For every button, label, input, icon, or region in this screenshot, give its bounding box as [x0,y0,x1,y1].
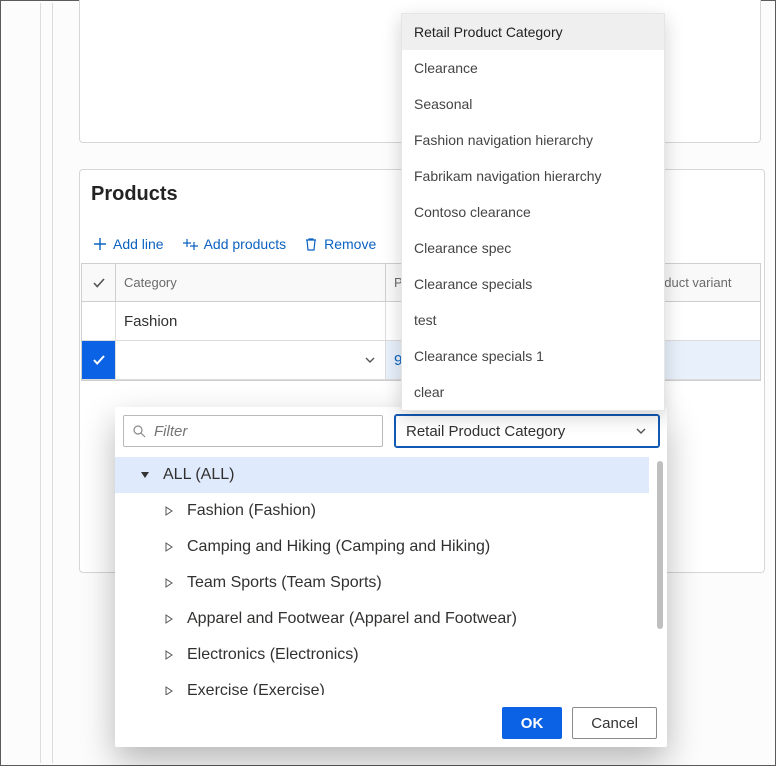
header-category[interactable]: Category [116,264,386,302]
header-select-all[interactable] [82,264,116,302]
tree-item-label: Fashion (Fashion) [187,502,316,520]
expand-icon[interactable] [163,614,175,624]
cell-category[interactable] [116,341,386,379]
expand-icon[interactable] [163,686,175,695]
flyout-item[interactable]: Clearance spec [402,230,664,266]
flyout-item[interactable]: Clearance [402,50,664,86]
filter-input[interactable] [152,422,374,441]
flyout-item[interactable]: Retail Product Category [402,14,664,50]
cell-category-value: Fashion [124,313,177,330]
tree-item-label: Exercise (Exercise) [187,682,325,695]
flyout-item[interactable]: Fabrikam navigation hierarchy [402,158,664,194]
checkmark-icon [91,352,107,368]
chevron-down-icon [634,424,648,438]
expand-icon[interactable] [163,578,175,588]
scrollbar-thumb[interactable] [657,461,663,629]
ok-button[interactable]: OK [502,707,563,739]
add-line-label: Add line [113,236,164,252]
tree-item[interactable]: Apparel and Footwear (Apparel and Footwe… [115,601,649,637]
flyout-item[interactable]: Clearance specials [402,266,664,302]
add-products-label: Add products [204,236,287,252]
add-line-button[interactable]: Add line [89,234,168,254]
tree-item-label: ALL (ALL) [163,466,234,484]
tree-item[interactable]: Camping and Hiking (Camping and Hiking) [115,529,649,565]
flyout-item[interactable]: Seasonal [402,86,664,122]
products-toolbar: Add line Add products Remove [89,229,380,259]
hierarchy-select-value: Retail Product Category [406,423,565,440]
flyout-item[interactable]: clear [402,374,664,410]
tree-item-label: Team Sports (Team Sports) [187,574,382,592]
cell-category[interactable]: Fashion [116,302,386,340]
plus-icon [93,237,107,251]
expand-icon[interactable] [163,506,175,516]
trash-icon [304,237,318,251]
filter-input-wrap[interactable] [123,415,383,447]
row-select[interactable] [82,302,116,340]
tree-item[interactable]: Electronics (Electronics) [115,637,649,673]
expand-icon[interactable] [163,542,175,552]
tree-item-label: Electronics (Electronics) [187,646,359,664]
checkmark-icon [92,276,106,290]
decorative-line [40,3,41,763]
flyout-item[interactable]: Clearance specials 1 [402,338,664,374]
popup-footer: OK Cancel [502,707,657,739]
plus-multi-icon [182,237,198,251]
category-flyout: Retail Product Category Clearance Season… [401,13,665,411]
category-picker-popup: Retail Product Category ALL (ALL) [115,407,667,747]
hierarchy-select[interactable]: Retail Product Category [395,415,659,447]
tree-item[interactable]: Exercise (Exercise) [115,673,649,695]
decorative-line [52,3,53,763]
remove-button[interactable]: Remove [300,234,380,254]
expand-icon[interactable] [163,650,175,660]
section-title: Products [91,183,178,206]
popup-header: Retail Product Category [115,407,667,455]
category-tree: ALL (ALL) Fashion (Fashion) Camping and … [115,457,667,695]
chevron-down-icon[interactable] [363,353,377,367]
add-products-button[interactable]: Add products [178,234,291,254]
row-select[interactable] [82,341,116,379]
collapse-icon[interactable] [139,470,151,480]
cancel-button[interactable]: Cancel [572,707,657,739]
flyout-item[interactable]: test [402,302,664,338]
flyout-item[interactable]: Fashion navigation hierarchy [402,122,664,158]
tree-item-root[interactable]: ALL (ALL) [115,457,649,493]
search-icon [132,424,146,438]
remove-label: Remove [324,236,376,252]
tree-item[interactable]: Team Sports (Team Sports) [115,565,649,601]
tree-item-label: Apparel and Footwear (Apparel and Footwe… [187,610,517,628]
flyout-item[interactable]: Contoso clearance [402,194,664,230]
tree-item[interactable]: Fashion (Fashion) [115,493,649,529]
tree-item-label: Camping and Hiking (Camping and Hiking) [187,538,490,556]
